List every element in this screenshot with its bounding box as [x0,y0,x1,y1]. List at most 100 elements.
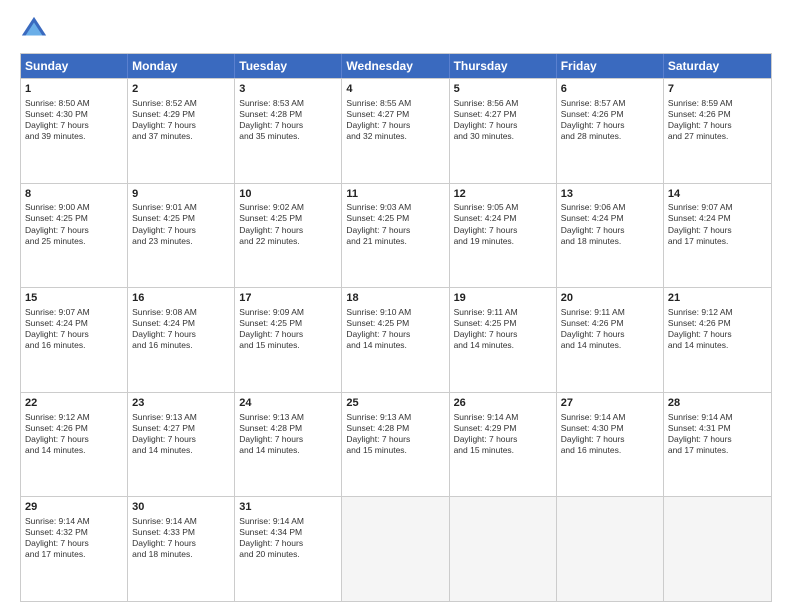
header-day-wednesday: Wednesday [342,54,449,78]
day-number: 22 [25,396,123,411]
day-number: 30 [132,500,230,515]
calendar-cell-12: 12Sunrise: 9:05 AMSunset: 4:24 PMDayligh… [450,184,557,288]
cell-info: Sunrise: 9:14 AMSunset: 4:34 PMDaylight:… [239,516,337,560]
calendar-cell-empty [342,497,449,601]
page: SundayMondayTuesdayWednesdayThursdayFrid… [0,0,792,612]
day-number: 13 [561,187,659,202]
day-number: 15 [25,291,123,306]
day-number: 26 [454,396,552,411]
cell-info: Sunrise: 9:13 AMSunset: 4:28 PMDaylight:… [346,412,444,456]
day-number: 1 [25,82,123,97]
header-day-monday: Monday [128,54,235,78]
calendar-cell-2: 2Sunrise: 8:52 AMSunset: 4:29 PMDaylight… [128,79,235,183]
calendar-cell-empty [450,497,557,601]
calendar-cell-11: 11Sunrise: 9:03 AMSunset: 4:25 PMDayligh… [342,184,449,288]
calendar-row-4: 22Sunrise: 9:12 AMSunset: 4:26 PMDayligh… [21,392,771,497]
cell-info: Sunrise: 9:00 AMSunset: 4:25 PMDaylight:… [25,202,123,246]
day-number: 16 [132,291,230,306]
calendar-cell-7: 7Sunrise: 8:59 AMSunset: 4:26 PMDaylight… [664,79,771,183]
calendar-cell-3: 3Sunrise: 8:53 AMSunset: 4:28 PMDaylight… [235,79,342,183]
cell-info: Sunrise: 9:14 AMSunset: 4:32 PMDaylight:… [25,516,123,560]
cell-info: Sunrise: 9:06 AMSunset: 4:24 PMDaylight:… [561,202,659,246]
cell-info: Sunrise: 9:09 AMSunset: 4:25 PMDaylight:… [239,307,337,351]
calendar-cell-31: 31Sunrise: 9:14 AMSunset: 4:34 PMDayligh… [235,497,342,601]
cell-info: Sunrise: 8:59 AMSunset: 4:26 PMDaylight:… [668,98,767,142]
day-number: 4 [346,82,444,97]
day-number: 14 [668,187,767,202]
calendar-cell-16: 16Sunrise: 9:08 AMSunset: 4:24 PMDayligh… [128,288,235,392]
header-day-friday: Friday [557,54,664,78]
calendar-cell-19: 19Sunrise: 9:11 AMSunset: 4:25 PMDayligh… [450,288,557,392]
calendar-row-1: 1Sunrise: 8:50 AMSunset: 4:30 PMDaylight… [21,78,771,183]
calendar-cell-empty [557,497,664,601]
cell-info: Sunrise: 8:52 AMSunset: 4:29 PMDaylight:… [132,98,230,142]
calendar-cell-4: 4Sunrise: 8:55 AMSunset: 4:27 PMDaylight… [342,79,449,183]
day-number: 18 [346,291,444,306]
day-number: 27 [561,396,659,411]
cell-info: Sunrise: 9:14 AMSunset: 4:33 PMDaylight:… [132,516,230,560]
cell-info: Sunrise: 8:57 AMSunset: 4:26 PMDaylight:… [561,98,659,142]
day-number: 19 [454,291,552,306]
header-day-sunday: Sunday [21,54,128,78]
day-number: 2 [132,82,230,97]
header-day-thursday: Thursday [450,54,557,78]
logo-icon [20,15,48,43]
header [20,15,772,43]
day-number: 9 [132,187,230,202]
cell-info: Sunrise: 9:07 AMSunset: 4:24 PMDaylight:… [668,202,767,246]
cell-info: Sunrise: 9:12 AMSunset: 4:26 PMDaylight:… [25,412,123,456]
cell-info: Sunrise: 8:56 AMSunset: 4:27 PMDaylight:… [454,98,552,142]
cell-info: Sunrise: 8:55 AMSunset: 4:27 PMDaylight:… [346,98,444,142]
cell-info: Sunrise: 8:50 AMSunset: 4:30 PMDaylight:… [25,98,123,142]
calendar-cell-20: 20Sunrise: 9:11 AMSunset: 4:26 PMDayligh… [557,288,664,392]
day-number: 6 [561,82,659,97]
cell-info: Sunrise: 9:05 AMSunset: 4:24 PMDaylight:… [454,202,552,246]
day-number: 10 [239,187,337,202]
calendar-cell-6: 6Sunrise: 8:57 AMSunset: 4:26 PMDaylight… [557,79,664,183]
day-number: 28 [668,396,767,411]
day-number: 31 [239,500,337,515]
cell-info: Sunrise: 9:14 AMSunset: 4:30 PMDaylight:… [561,412,659,456]
cell-info: Sunrise: 9:01 AMSunset: 4:25 PMDaylight:… [132,202,230,246]
calendar-cell-24: 24Sunrise: 9:13 AMSunset: 4:28 PMDayligh… [235,393,342,497]
day-number: 24 [239,396,337,411]
calendar-row-2: 8Sunrise: 9:00 AMSunset: 4:25 PMDaylight… [21,183,771,288]
cell-info: Sunrise: 9:03 AMSunset: 4:25 PMDaylight:… [346,202,444,246]
calendar-cell-25: 25Sunrise: 9:13 AMSunset: 4:28 PMDayligh… [342,393,449,497]
calendar-cell-26: 26Sunrise: 9:14 AMSunset: 4:29 PMDayligh… [450,393,557,497]
day-number: 25 [346,396,444,411]
cell-info: Sunrise: 9:14 AMSunset: 4:29 PMDaylight:… [454,412,552,456]
day-number: 21 [668,291,767,306]
calendar-cell-28: 28Sunrise: 9:14 AMSunset: 4:31 PMDayligh… [664,393,771,497]
calendar-cell-14: 14Sunrise: 9:07 AMSunset: 4:24 PMDayligh… [664,184,771,288]
calendar-cell-5: 5Sunrise: 8:56 AMSunset: 4:27 PMDaylight… [450,79,557,183]
cell-info: Sunrise: 9:11 AMSunset: 4:25 PMDaylight:… [454,307,552,351]
cell-info: Sunrise: 9:12 AMSunset: 4:26 PMDaylight:… [668,307,767,351]
day-number: 20 [561,291,659,306]
calendar-cell-23: 23Sunrise: 9:13 AMSunset: 4:27 PMDayligh… [128,393,235,497]
cell-info: Sunrise: 9:08 AMSunset: 4:24 PMDaylight:… [132,307,230,351]
day-number: 23 [132,396,230,411]
calendar-cell-21: 21Sunrise: 9:12 AMSunset: 4:26 PMDayligh… [664,288,771,392]
calendar-row-3: 15Sunrise: 9:07 AMSunset: 4:24 PMDayligh… [21,287,771,392]
logo [20,15,52,43]
cell-info: Sunrise: 9:10 AMSunset: 4:25 PMDaylight:… [346,307,444,351]
calendar-cell-18: 18Sunrise: 9:10 AMSunset: 4:25 PMDayligh… [342,288,449,392]
calendar-cell-1: 1Sunrise: 8:50 AMSunset: 4:30 PMDaylight… [21,79,128,183]
day-number: 3 [239,82,337,97]
calendar-cell-9: 9Sunrise: 9:01 AMSunset: 4:25 PMDaylight… [128,184,235,288]
calendar-cell-empty [664,497,771,601]
calendar-cell-8: 8Sunrise: 9:00 AMSunset: 4:25 PMDaylight… [21,184,128,288]
calendar-cell-22: 22Sunrise: 9:12 AMSunset: 4:26 PMDayligh… [21,393,128,497]
calendar-row-5: 29Sunrise: 9:14 AMSunset: 4:32 PMDayligh… [21,496,771,601]
calendar: SundayMondayTuesdayWednesdayThursdayFrid… [20,53,772,602]
calendar-body: 1Sunrise: 8:50 AMSunset: 4:30 PMDaylight… [21,78,771,601]
day-number: 17 [239,291,337,306]
cell-info: Sunrise: 9:02 AMSunset: 4:25 PMDaylight:… [239,202,337,246]
header-day-saturday: Saturday [664,54,771,78]
calendar-header: SundayMondayTuesdayWednesdayThursdayFrid… [21,54,771,78]
cell-info: Sunrise: 9:11 AMSunset: 4:26 PMDaylight:… [561,307,659,351]
day-number: 29 [25,500,123,515]
day-number: 11 [346,187,444,202]
cell-info: Sunrise: 9:13 AMSunset: 4:27 PMDaylight:… [132,412,230,456]
